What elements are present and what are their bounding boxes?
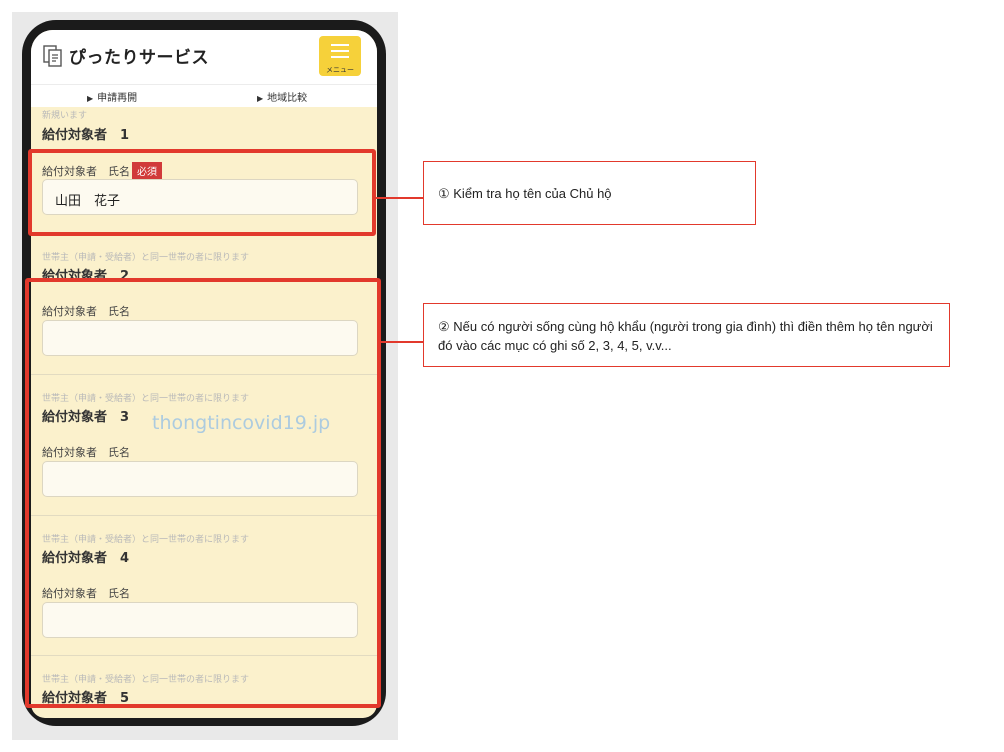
triangle-right-icon: ▶ bbox=[257, 94, 264, 103]
section-note: 世帯主（申請・受給者）と同一世帯の者に限ります bbox=[42, 253, 250, 263]
callout-check-owner-name: ① Kiểm tra họ tên của Chủ hộ bbox=[423, 161, 756, 225]
section-title: 給付対象者 1 bbox=[42, 128, 130, 143]
section-note: 新規います bbox=[42, 111, 88, 121]
menu-button[interactable]: メニュー bbox=[319, 36, 361, 76]
sub-navigation: ▶ 申請再開 ▶ 地域比較 bbox=[31, 85, 377, 107]
menu-label: メニュー bbox=[326, 66, 354, 74]
triangle-right-icon: ▶ bbox=[87, 94, 94, 103]
region-compare-link[interactable]: ▶ 地域比較 bbox=[257, 89, 307, 104]
connector-line bbox=[376, 197, 424, 199]
document-icon bbox=[43, 45, 62, 67]
connector-line bbox=[381, 341, 424, 343]
highlight-box-owner bbox=[28, 149, 376, 236]
callout-add-household-members: ② Nếu có người sống cùng hộ khẩu (người … bbox=[423, 303, 950, 367]
app-header: ぴったりサービス メニュー bbox=[31, 30, 377, 85]
hamburger-icon bbox=[331, 44, 349, 46]
resume-application-link[interactable]: ▶ 申請再開 bbox=[87, 89, 137, 104]
app-title: ぴったりサービス bbox=[69, 48, 209, 68]
highlight-box-members bbox=[25, 278, 381, 708]
